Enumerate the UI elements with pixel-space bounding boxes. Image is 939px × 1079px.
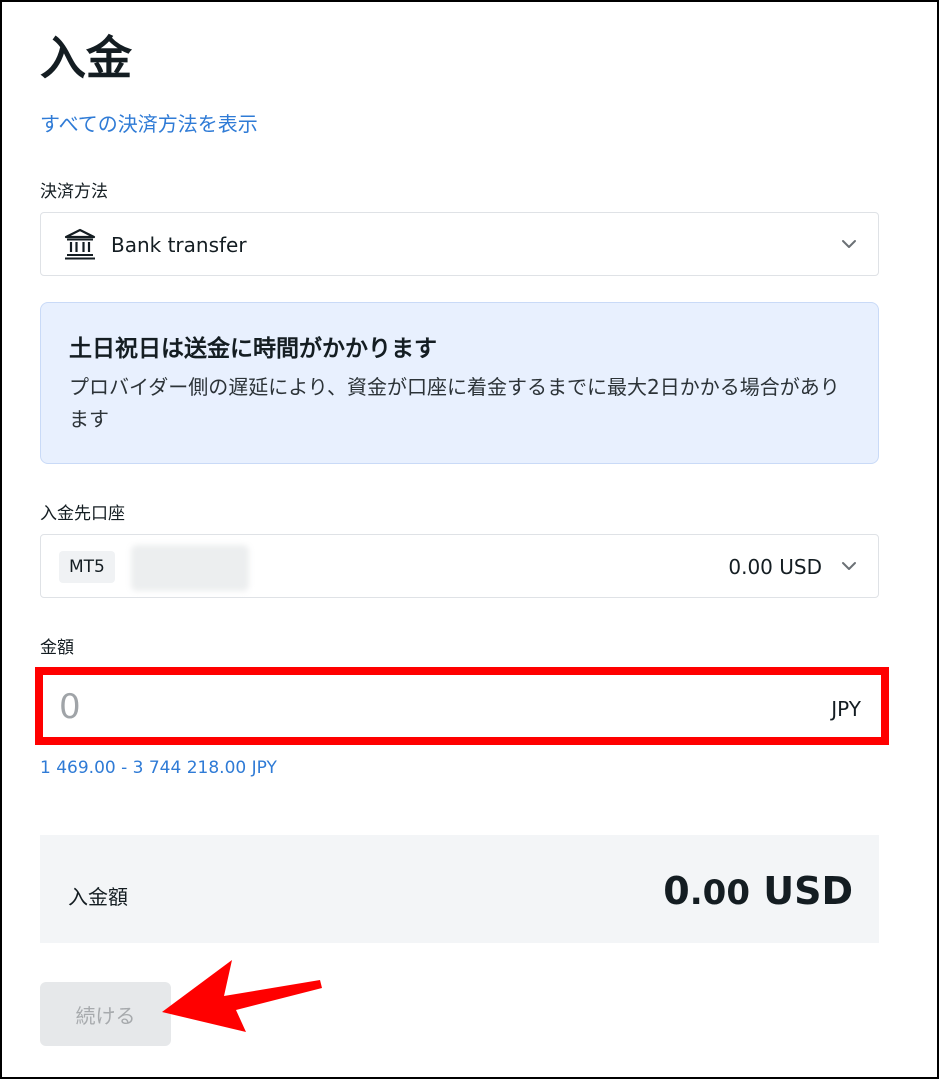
payment-method-label: 決済方法 <box>40 182 108 202</box>
page-title: 入金 <box>40 31 132 85</box>
amount-currency: JPY <box>831 697 861 721</box>
destination-account-select[interactable]: MT5 0.00 USD <box>40 534 879 598</box>
payment-method-select[interactable]: Bank transfer <box>40 212 879 276</box>
summary-currency: USD <box>763 869 853 913</box>
show-all-payment-methods-link[interactable]: すべての決済方法を表示 <box>40 110 258 138</box>
pointer-arrow-icon <box>162 960 322 1032</box>
summary-amount: 0.00 USD <box>663 867 853 917</box>
chevron-down-icon <box>842 562 856 570</box>
summary-amount-int: 0 <box>663 869 690 913</box>
amount-range-hint: 1 469.00 - 3 744 218.00 JPY <box>40 758 277 778</box>
redacted-account-number <box>131 545 249 591</box>
notice-title: 土日祝日は送金に時間がかかります <box>69 336 437 362</box>
notice-body: プロバイダー側の遅延により、資金が口座に着金するまでに最大2日かかる場合がありま… <box>69 375 840 431</box>
bank-icon <box>64 228 96 260</box>
deposit-summary: 入金額 0.00 USD <box>40 835 879 943</box>
amount-input[interactable] <box>59 683 759 731</box>
amount-field-highlight: JPY <box>35 667 889 745</box>
destination-account-label: 入金先口座 <box>40 504 125 524</box>
summary-amount-decimals: .00 <box>689 873 750 913</box>
amount-label: 金額 <box>40 638 74 658</box>
chevron-down-icon <box>842 240 856 248</box>
page-frame: 入金 すべての決済方法を表示 決済方法 Bank transfer 土日祝日は送… <box>0 0 939 1079</box>
account-balance: 0.00 USD <box>728 555 822 579</box>
platform-badge: MT5 <box>59 551 115 583</box>
payment-method-value: Bank transfer <box>111 233 247 257</box>
summary-label: 入金額 <box>68 885 128 909</box>
weekend-delay-notice: 土日祝日は送金に時間がかかります プロバイダー側の遅延により、資金が口座に着金す… <box>40 302 879 464</box>
